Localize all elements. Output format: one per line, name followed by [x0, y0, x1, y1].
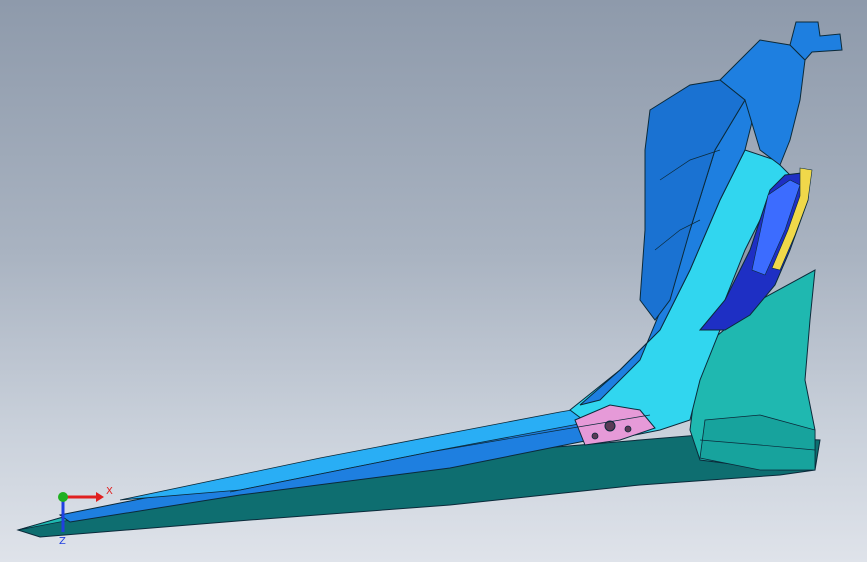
graphics-viewport[interactable]: X Z: [0, 0, 867, 562]
x-axis-label: X: [106, 486, 113, 497]
x-axis-arrow: [96, 492, 104, 502]
bolt-hole-3[interactable]: [591, 432, 599, 440]
z-axis-label: Z: [59, 536, 66, 547]
coordinate-triad: X Z: [58, 486, 113, 547]
cad-model[interactable]: [0, 0, 867, 562]
origin-y-dot: [58, 492, 68, 502]
bolt-hole-2[interactable]: [624, 425, 632, 433]
